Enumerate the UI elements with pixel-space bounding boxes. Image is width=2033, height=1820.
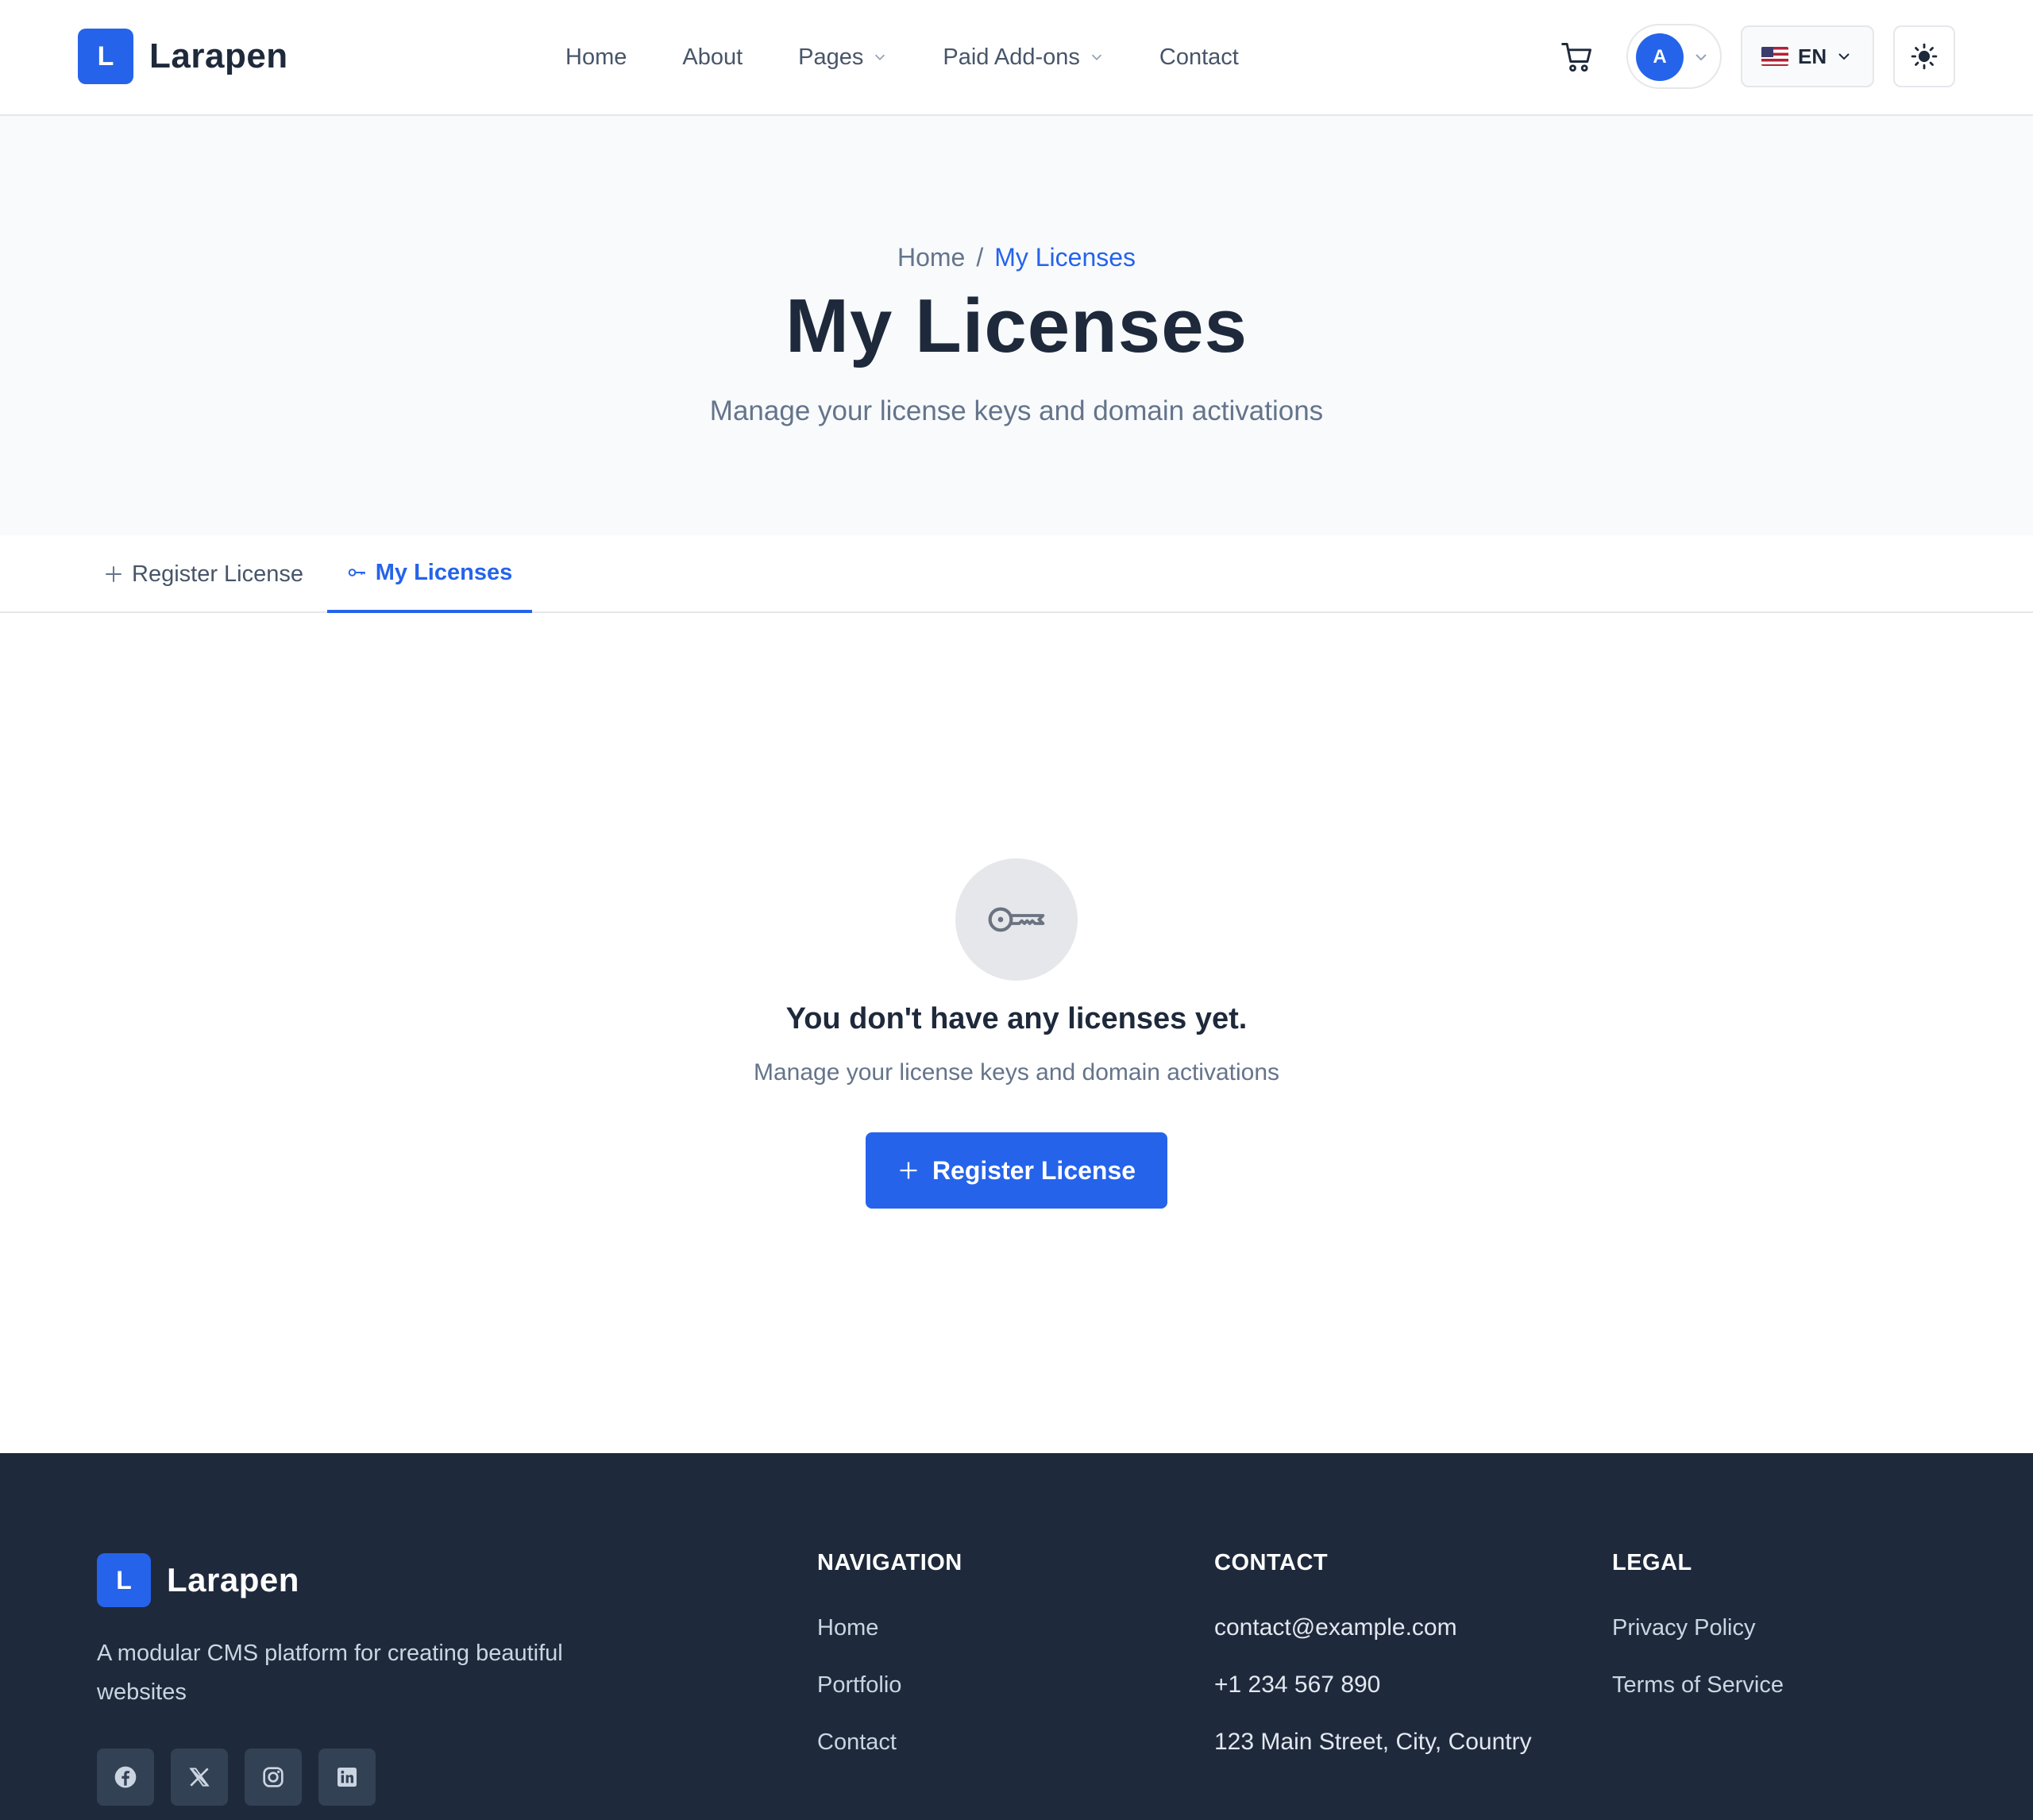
instagram-icon [263,1767,284,1787]
nav-link-about[interactable]: About [682,44,743,71]
user-menu-button[interactable]: A [1626,24,1722,89]
nav-link-label: Pages [798,44,864,70]
main-nav: Home About Pages Paid Add-ons Contact [565,0,1239,114]
sun-icon [1911,43,1938,70]
nav-link-paid-addons[interactable]: Paid Add-ons [943,44,1104,71]
plus-icon [900,1162,917,1179]
license-tabs: Register License My Licenses [0,535,2033,613]
plus-icon [106,566,122,582]
language-code: EN [1798,44,1827,68]
footer-heading: LEGAL [1612,1550,1692,1575]
register-license-label: Register License [932,1155,1136,1185]
empty-state-icon-wrapper [955,858,1078,981]
footer-heading: CONTACT [1214,1550,1329,1575]
footer-link-privacy[interactable]: Privacy Policy [1612,1611,1784,1645]
footer-address: 123 Main Street, City, Country [1214,1729,1532,1755]
footer-description: A modular CMS platform for creating beau… [97,1641,563,1705]
brand-badge: L [97,1553,151,1607]
top-navbar: L Larapen Home About Pages Paid Add-ons … [0,0,2033,116]
footer-legal: LEGAL Privacy Policy Terms of Service [1612,1550,1784,1702]
footer-link-contact[interactable]: Contact [817,1726,962,1759]
key-icon [988,907,1045,932]
tab-label: My Licenses [375,559,513,585]
footer-contact: CONTACT contact@example.com +1 234 567 8… [1214,1550,1564,1759]
footer-phone[interactable]: +1 234 567 890 [1214,1668,1564,1702]
footer-link-portfolio[interactable]: Portfolio [817,1668,962,1702]
chevron-down-icon [1091,54,1101,60]
theme-toggle-button[interactable] [1893,25,1955,87]
breadcrumb: Home / My Licenses [0,243,2033,272]
tab-register-license[interactable]: Register License [103,535,303,613]
facebook-icon [114,1766,137,1788]
footer-link-terms[interactable]: Terms of Service [1612,1668,1784,1702]
nav-link-contact[interactable]: Contact [1159,44,1239,71]
chevron-down-icon [1838,53,1850,60]
linkedin-link[interactable] [318,1749,376,1806]
tab-my-licenses[interactable]: My Licenses [327,535,532,613]
breadcrumb-separator: / [976,243,984,272]
nav-link-pages[interactable]: Pages [798,44,887,71]
nav-link-label: About [682,44,743,70]
linkedin-icon [338,1768,357,1787]
avatar: A [1636,33,1684,81]
register-license-button[interactable]: Register License [866,1132,1167,1209]
key-icon [348,569,365,576]
chevron-down-icon [875,54,885,60]
nav-link-label: Home [565,44,627,70]
page-subtitle: Manage your license keys and domain acti… [709,395,1324,426]
page-title: My Licenses [785,283,1248,368]
us-flag-icon [1761,47,1788,66]
breadcrumb-current: My Licenses [994,243,1136,272]
nav-link-label: Contact [1159,44,1239,70]
footer-link-home[interactable]: Home [817,1611,962,1645]
cart-icon[interactable] [1560,40,1595,75]
brand-name: Larapen [167,1561,299,1598]
footer-navigation: NAVIGATION Home Portfolio Contact [817,1550,962,1759]
nav-link-home[interactable]: Home [565,44,627,71]
x-link[interactable] [171,1749,228,1806]
footer-brand[interactable]: L Larapen [97,1553,299,1607]
footer-email[interactable]: contact@example.com [1214,1611,1564,1645]
brand-name: Larapen [149,37,288,75]
empty-state-title: You don't have any licenses yet. [785,1002,1248,1035]
footer-heading: NAVIGATION [817,1550,962,1575]
page-header: Home / My Licenses My Licenses Manage your… [0,116,2033,535]
social-links [97,1749,392,1806]
empty-state-subtitle: Manage your license keys and domain acti… [753,1059,1280,1085]
language-selector[interactable]: EN [1741,25,1874,87]
site-footer: L Larapen A modular CMS platform for cre… [0,1453,2033,1820]
brand-badge: L [78,29,133,84]
brand-logo-link[interactable]: L Larapen [78,29,288,84]
nav-link-label: Paid Add-ons [943,44,1080,70]
chevron-down-icon [1695,54,1707,61]
x-icon [189,1768,210,1787]
instagram-link[interactable] [245,1749,302,1806]
facebook-link[interactable] [97,1749,154,1806]
breadcrumb-home[interactable]: Home [897,243,965,272]
tab-label: Register License [132,561,303,587]
